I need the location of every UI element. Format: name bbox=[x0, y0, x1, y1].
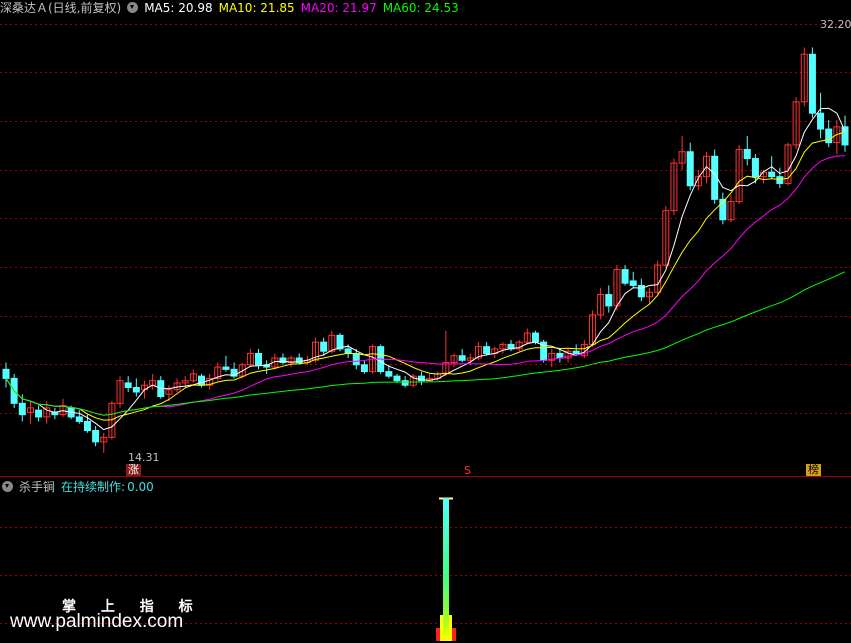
candle-body bbox=[483, 346, 491, 354]
ma-legend-item: MA60: 24.53 bbox=[382, 1, 459, 15]
candle-body bbox=[817, 112, 825, 130]
candle-body bbox=[352, 352, 360, 366]
candle-body bbox=[222, 366, 230, 370]
ma10-line bbox=[5, 131, 846, 421]
candle-body bbox=[75, 416, 83, 422]
ma-legend-item: MA20: 21.97 bbox=[300, 1, 377, 15]
candle-body bbox=[572, 350, 580, 354]
candle-body bbox=[686, 151, 694, 187]
ma-legend: MA5: 20.98 MA10: 21.85 MA20: 21.97 MA60: 24… bbox=[144, 1, 465, 15]
indicator-value: 0.00 bbox=[127, 480, 154, 494]
kline-app: 深桑达Ａ(日线,前复权) MA5: 20.98 MA10: 21.85 MA20: 2… bbox=[0, 0, 851, 643]
candle-body bbox=[751, 158, 759, 178]
candle-body bbox=[132, 386, 140, 393]
indicator-bar-front bbox=[443, 498, 449, 641]
candle-body bbox=[531, 332, 539, 343]
candle-body bbox=[320, 341, 328, 352]
candle-body bbox=[385, 371, 393, 377]
ma20-line bbox=[5, 155, 846, 416]
candle-body bbox=[2, 368, 10, 379]
watermark-url: www.palmindex.com bbox=[10, 611, 184, 632]
candle-body bbox=[458, 355, 466, 361]
candle-body bbox=[92, 430, 100, 443]
ma-legend-item: MA10: 21.85 bbox=[218, 1, 295, 15]
candle-body bbox=[776, 176, 784, 184]
candle-body bbox=[18, 402, 26, 416]
candle-body bbox=[629, 280, 637, 286]
candle-body bbox=[605, 294, 613, 307]
candle-body bbox=[83, 420, 91, 432]
candle-body bbox=[401, 380, 409, 386]
candle-body bbox=[825, 128, 833, 144]
bang-tag[interactable]: 榜 bbox=[806, 464, 821, 476]
dropdown-icon[interactable] bbox=[2, 481, 13, 492]
zhang-tag[interactable]: 涨 bbox=[126, 464, 141, 476]
candle-body bbox=[124, 382, 132, 388]
candle-body bbox=[360, 364, 368, 373]
indicator-header: 杀手锏 在持续制作: 0.00 bbox=[0, 479, 160, 495]
s-tag[interactable]: S bbox=[462, 465, 473, 477]
ma60-line bbox=[5, 271, 846, 416]
indicator-label: 在持续制作: bbox=[61, 480, 126, 494]
candle-body bbox=[743, 148, 751, 160]
candle-body bbox=[768, 171, 776, 178]
candle-body bbox=[841, 126, 849, 146]
security-title[interactable]: 深桑达Ａ(日线,前复权) bbox=[0, 1, 121, 15]
candle-body bbox=[35, 409, 43, 418]
candle-body bbox=[808, 53, 816, 114]
candle-body bbox=[255, 352, 263, 366]
price-header: 深桑达Ａ(日线,前复权) MA5: 20.98 MA10: 21.85 MA20: 2… bbox=[0, 0, 471, 16]
indicator-name[interactable]: 杀手锏 bbox=[19, 480, 55, 494]
candle-body bbox=[393, 375, 401, 382]
ma5-line bbox=[5, 107, 846, 431]
dropdown-icon[interactable] bbox=[127, 2, 139, 13]
candlestick-chart bbox=[0, 24, 851, 641]
candle-body bbox=[197, 375, 205, 386]
candle-body bbox=[621, 269, 629, 284]
high-price-label: 32.20 bbox=[820, 18, 851, 31]
ma-legend-item: MA5: 20.98 bbox=[144, 1, 213, 15]
